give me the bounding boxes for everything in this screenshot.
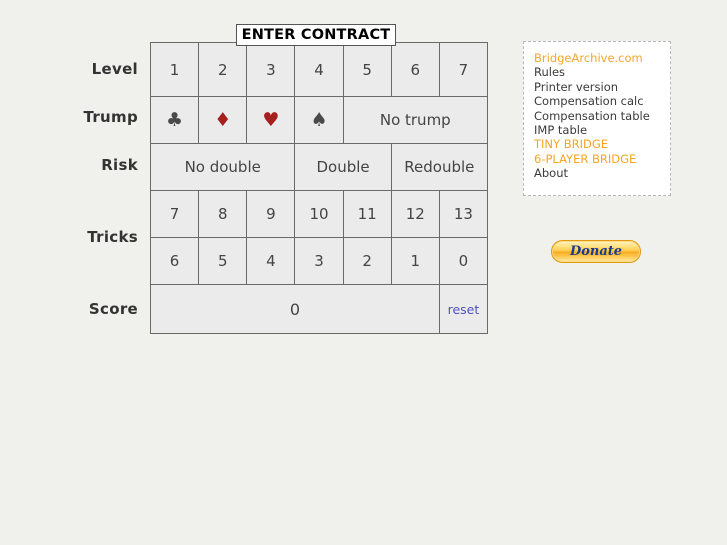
tricks-down-cell-4[interactable]: 4 — [246, 237, 296, 285]
trump-cell-clubs[interactable]: ♣ — [149, 96, 200, 144]
hearts-icon: ♥ — [262, 108, 280, 131]
donate-button[interactable]: Donate — [551, 240, 641, 263]
tricks-down-cell-5[interactable]: 5 — [198, 237, 248, 285]
score-number: 0 — [289, 299, 301, 319]
trump-cell-no-trump[interactable]: No trump — [342, 96, 489, 144]
level-cell-6[interactable]: 6 — [390, 42, 440, 97]
row-label-tricks: Tricks — [87, 228, 138, 246]
risk-cell-no-double[interactable]: No double — [149, 143, 296, 191]
sidebar-item-printer-version[interactable]: Printer version — [534, 80, 670, 94]
trump-cell-spades[interactable]: ♠ — [294, 96, 344, 144]
contract-grid: 1 2 3 4 5 6 7 ♣ ♦ ♥ ♠ No trump No double… — [149, 42, 489, 334]
clubs-icon: ♣ — [166, 108, 184, 131]
reset-cell[interactable]: reset — [438, 284, 489, 334]
tricks-down-row: 6 5 4 3 2 1 0 — [149, 237, 489, 285]
page-title: ENTER CONTRACT — [236, 24, 396, 46]
sidebar-item-rules[interactable]: Rules — [534, 65, 670, 79]
tricks-down-cell-6[interactable]: 6 — [149, 237, 200, 285]
level-cell-2[interactable]: 2 — [198, 42, 248, 97]
tricks-made-cell-9[interactable]: 9 — [246, 190, 296, 238]
sidebar-item-6-player-bridge[interactable]: 6-PLAYER BRIDGE — [534, 152, 670, 166]
tricks-made-cell-11[interactable]: 11 — [342, 190, 392, 238]
score-row: 0 reset — [150, 284, 489, 334]
row-label-score: Score — [88, 300, 138, 318]
diamonds-icon: ♦ — [214, 108, 232, 131]
level-row: 1 2 3 4 5 6 7 — [149, 42, 489, 97]
tricks-down-cell-3[interactable]: 3 — [294, 237, 344, 285]
tricks-down-cell-1[interactable]: 1 — [390, 237, 440, 285]
trump-row: ♣ ♦ ♥ ♠ No trump — [149, 96, 489, 144]
tricks-made-cell-10[interactable]: 10 — [294, 190, 344, 238]
level-cell-3[interactable]: 3 — [246, 42, 296, 97]
contract-calculator: ENTER CONTRACT Level Trump Risk Tricks S… — [0, 0, 500, 360]
row-label-trump: Trump — [83, 108, 138, 126]
level-cell-4[interactable]: 4 — [294, 42, 344, 97]
sidebar-item-compensation-table[interactable]: Compensation table — [534, 109, 670, 123]
reset-link[interactable]: reset — [448, 302, 480, 317]
risk-row: No double Double Redouble — [149, 143, 489, 191]
tricks-made-cell-7[interactable]: 7 — [149, 190, 200, 238]
trump-cell-diamonds[interactable]: ♦ — [198, 96, 248, 144]
donate-area: Donate — [551, 240, 641, 263]
tricks-made-row: 7 8 9 10 11 12 13 — [149, 190, 489, 238]
row-label-level: Level — [91, 60, 138, 78]
sidebar-item-bridgearchive[interactable]: BridgeArchive.com — [534, 51, 670, 65]
risk-cell-redouble[interactable]: Redouble — [390, 143, 489, 191]
level-cell-7[interactable]: 7 — [438, 42, 489, 97]
tricks-down-cell-2[interactable]: 2 — [342, 237, 392, 285]
sidebar-item-about[interactable]: About — [534, 166, 670, 180]
tricks-made-cell-12[interactable]: 12 — [390, 190, 440, 238]
tricks-made-cell-13[interactable]: 13 — [438, 190, 489, 238]
tricks-down-cell-0[interactable]: 0 — [438, 237, 489, 285]
sidebar-item-tiny-bridge[interactable]: TINY BRIDGE — [534, 137, 670, 151]
trump-cell-hearts[interactable]: ♥ — [246, 96, 296, 144]
tricks-made-cell-8[interactable]: 8 — [198, 190, 248, 238]
sidebar-item-imp-table[interactable]: IMP table — [534, 123, 670, 137]
risk-cell-double[interactable]: Double — [294, 143, 392, 191]
spades-icon: ♠ — [310, 108, 328, 131]
level-cell-5[interactable]: 5 — [342, 42, 392, 97]
sidebar-link-box: BridgeArchive.com Rules Printer version … — [523, 41, 671, 196]
level-cell-1[interactable]: 1 — [149, 42, 200, 97]
sidebar-item-compensation-calc[interactable]: Compensation calc — [534, 94, 670, 108]
row-label-risk: Risk — [101, 156, 138, 174]
score-value: 0 — [150, 284, 440, 334]
